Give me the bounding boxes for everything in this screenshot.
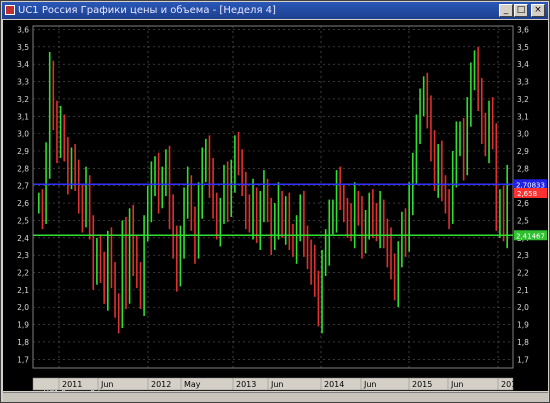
y-tick-label-left: 2,2 [17, 269, 29, 278]
y-tick-label-left: 3,4 [17, 60, 29, 69]
x-tick-label: Jun [100, 380, 114, 389]
x-tick-label: 2011 [62, 380, 82, 389]
x-tick-label: 2013 [236, 380, 256, 389]
price-chart[interactable]: 3,6 3,6 3,5 3,5 3,4 3,4 3,3 3,3 3,2 3,2 3,1 3,1 3,0 3… [3, 20, 548, 391]
y-tick-label-right: 2,2 [517, 269, 529, 278]
y-tick-label-right: 3,2 [517, 95, 529, 104]
y-tick-label-left: 3,0 [17, 130, 29, 139]
title-bar[interactable]: UC1 Россия Графики цены и объема - [Неде… [2, 2, 548, 19]
reference-label: 2,41467 [516, 232, 545, 240]
y-tick-label-right: 2,1 [517, 286, 529, 295]
horizontal-scrollbar[interactable] [3, 392, 548, 402]
y-tick-label-right: 2,9 [517, 147, 529, 156]
close-button[interactable]: × [531, 4, 545, 17]
y-tick-label-left: 2,8 [17, 164, 29, 173]
y-tick-label-left: 3,5 [17, 43, 29, 52]
x-tick-label: 2014 [324, 380, 344, 389]
x-tick-label: 2012 [151, 380, 171, 389]
y-tick-label-right: 2,8 [517, 164, 529, 173]
y-tick-label-left: 1,7 [17, 355, 29, 364]
x-tick-label: 2015 [412, 380, 432, 389]
y-tick-label-right: 3,5 [517, 43, 529, 52]
x-tick-label: 2016 [501, 380, 521, 389]
y-tick-label-left: 3,3 [17, 78, 29, 87]
y-tick-label-right: 1,9 [517, 321, 529, 330]
y-tick-label-right: 1,7 [517, 355, 529, 364]
x-tick-label: Jun [363, 380, 377, 389]
window-title: UC1 Россия Графики цены и объема - [Неде… [18, 5, 276, 16]
y-tick-label-right: 2,5 [517, 216, 529, 225]
y-tick-label-left: 3,1 [17, 112, 29, 121]
y-tick-label-left: 2,3 [17, 251, 29, 260]
y-tick-label-left: 3,6 [17, 25, 29, 34]
y-tick-label-left: 2,4 [17, 234, 29, 243]
chart-window: UC1 Россия Графики цены и объема - [Неде… [0, 0, 550, 403]
y-tick-label-left: 2,1 [17, 286, 29, 295]
y-tick-label-left: 2,5 [17, 216, 29, 225]
maximize-button[interactable]: □ [514, 4, 528, 17]
y-tick-label-left: 1,8 [17, 338, 29, 347]
y-tick-label-left: 2,6 [17, 199, 29, 208]
y-tick-label-right: 3,0 [517, 130, 529, 139]
chart-area[interactable]: 3,6 3,6 3,5 3,5 3,4 3,4 3,3 3,3 3,2 3,2 3,1 3,1 3,0 3… [3, 20, 548, 398]
x-tick-label: May [184, 380, 201, 389]
minimize-button[interactable]: _ [499, 4, 513, 17]
y-tick-label-right: 2,6 [517, 199, 529, 208]
y-tick-label-right: 3,1 [517, 112, 529, 121]
y-tick-label-right: 3,3 [517, 78, 529, 87]
x-tick-label: Jun [270, 380, 284, 389]
y-tick-label-left: 1,9 [17, 321, 29, 330]
y-tick-label-right: 2,3 [517, 251, 529, 260]
y-tick-label-left: 2,7 [17, 182, 29, 191]
y-tick-label-right: 2,0 [517, 303, 529, 312]
x-tick-label: Jun [450, 380, 464, 389]
last-price-label: 2,658 [517, 190, 537, 198]
y-tick-label-left: 2,0 [17, 303, 29, 312]
y-tick-label-left: 3,2 [17, 95, 29, 104]
plot-border [32, 25, 514, 369]
y-tick-label-right: 3,6 [517, 25, 529, 34]
y-tick-label-right: 1,8 [517, 338, 529, 347]
y-tick-label-left: 2,9 [17, 147, 29, 156]
y-tick-label-right: 3,4 [517, 60, 529, 69]
app-icon [5, 5, 15, 15]
